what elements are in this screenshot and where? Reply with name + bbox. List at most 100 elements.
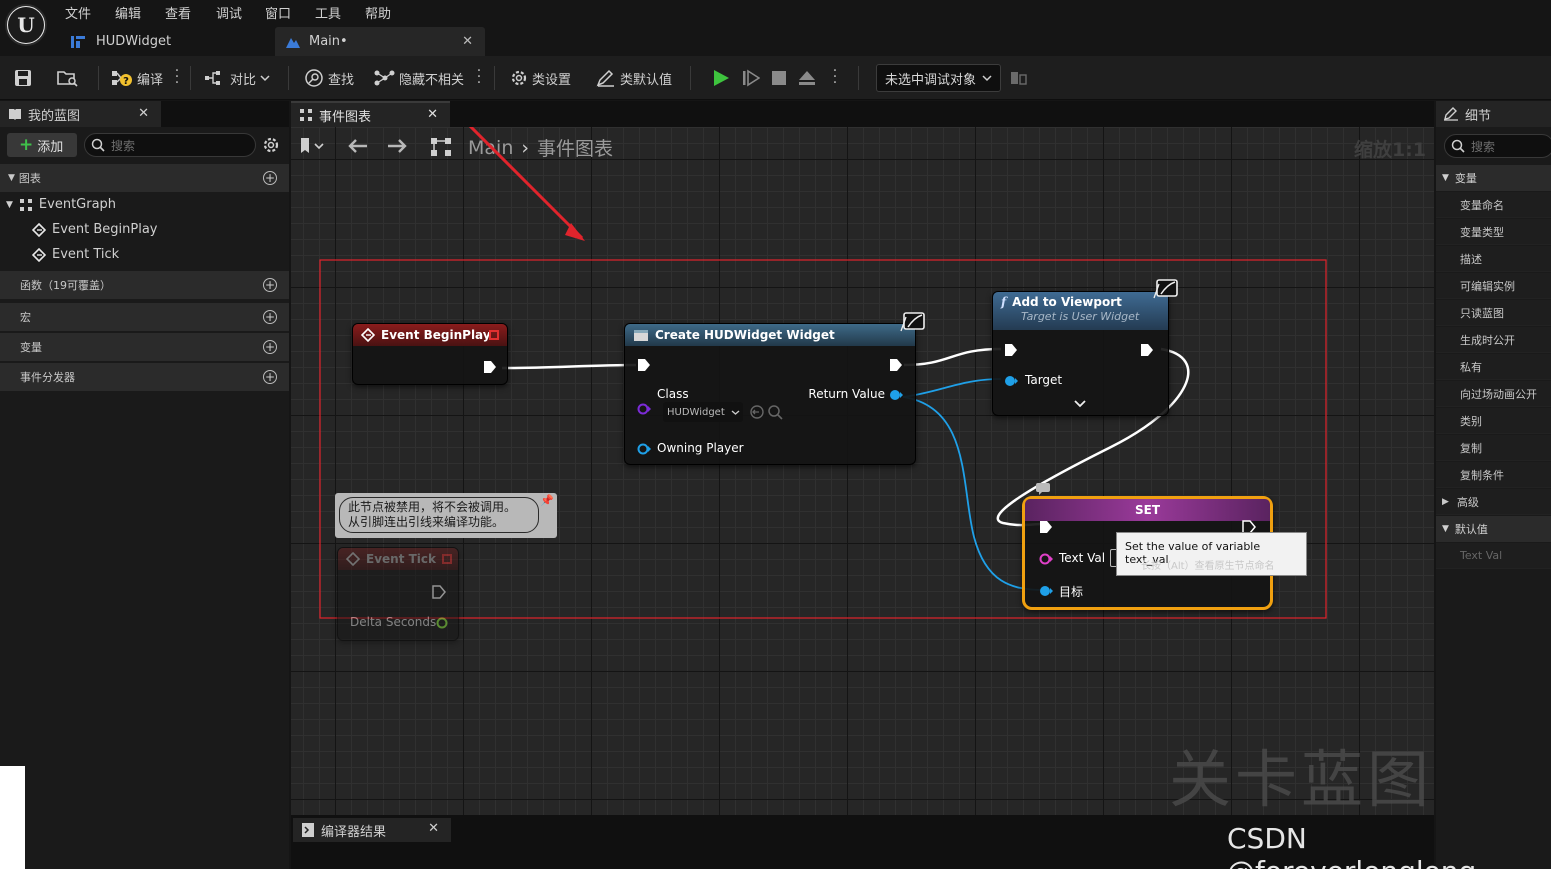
graph-canvas[interactable]: Main › 事件图表 缩放1:1 Event BeginPlay Create… (291, 127, 1434, 815)
class-pin[interactable] (637, 403, 651, 415)
return-value-pin[interactable] (889, 389, 903, 401)
hide-options-icon[interactable]: · · · (476, 64, 482, 90)
expand-chevron-icon[interactable] (1074, 400, 1086, 408)
class-defaults-button[interactable]: 类默认值 (596, 64, 672, 92)
details-row[interactable]: 描述 (1436, 246, 1551, 272)
eject-button[interactable] (797, 64, 817, 92)
stop-button[interactable] (771, 64, 787, 92)
gear-icon[interactable] (262, 136, 280, 154)
add-to-viewport-subtitle: Target is User Widget (1021, 310, 1140, 323)
menu-help[interactable]: 帮助 (365, 3, 391, 22)
details-advanced[interactable]: ▶ 高级 (1436, 489, 1551, 515)
add-function-icon[interactable]: + (263, 278, 277, 292)
details-variable-section[interactable]: ▼ 变量 (1436, 165, 1551, 191)
exec-out-pin[interactable] (432, 585, 446, 599)
tree-event-tick[interactable]: Event Tick (32, 247, 119, 262)
play-button[interactable] (712, 64, 730, 92)
exec-in-pin[interactable] (1039, 520, 1053, 534)
add-graph-icon[interactable]: + (263, 171, 277, 185)
details-row[interactable]: 可编辑实例 (1436, 273, 1551, 299)
menu-file[interactable]: 文件 (65, 3, 91, 22)
exec-out-pin[interactable] (483, 360, 497, 374)
details-row[interactable]: 私有 (1436, 354, 1551, 380)
add-variable-icon[interactable]: + (263, 340, 277, 354)
tree-event-graph[interactable]: ▼ EventGraph (6, 197, 116, 212)
close-icon[interactable]: ✕ (427, 107, 438, 122)
details-row[interactable]: 生成时公开 (1436, 327, 1551, 353)
my-blueprint-tabbar: 我的蓝图 ✕ (0, 101, 289, 127)
details-search-input[interactable]: 搜索 (1444, 134, 1551, 158)
compile-button[interactable]: ? 编译 (111, 64, 163, 92)
debug-target-select[interactable]: 未选中调试对象 (876, 64, 1001, 92)
blueprint-search-input[interactable]: 搜索 (84, 133, 256, 157)
diff-button[interactable]: 对比 (204, 64, 270, 92)
close-icon[interactable]: ✕ (138, 106, 149, 121)
target-pin[interactable] (1004, 375, 1018, 387)
details-row[interactable]: 向过场动画公开 (1436, 381, 1551, 407)
menu-window[interactable]: 窗口 (265, 3, 291, 22)
exec-in-pin[interactable] (637, 358, 651, 372)
details-row[interactable]: 只读蓝图 (1436, 300, 1551, 326)
section-graphs-label: 图表 (18, 172, 41, 185)
tab-details[interactable]: 细节 (1436, 101, 1551, 127)
node-add-to-viewport[interactable]: f Add to Viewport Target is User Widget … (992, 279, 1178, 416)
step-button[interactable] (742, 64, 760, 92)
class-settings-button[interactable]: 类设置 (510, 64, 571, 92)
add-macro-icon[interactable]: + (263, 310, 277, 324)
exec-out-pin[interactable] (1140, 343, 1154, 357)
menu-edit[interactable]: 编辑 (115, 3, 141, 22)
text-val-pin[interactable] (1039, 553, 1053, 565)
add-button[interactable]: + 添加 (7, 133, 77, 157)
tab-compiler-results[interactable]: 编译器结果 ✕ (293, 818, 451, 842)
pin-icon[interactable]: 📌 (540, 494, 554, 507)
menu-view[interactable]: 查看 (165, 3, 191, 22)
node-event-beginplay[interactable]: Event BeginPlay (352, 323, 508, 385)
use-selected-icon[interactable] (749, 404, 765, 420)
find-button[interactable]: 查找 (304, 64, 354, 92)
details-default-row[interactable]: Text Val (1436, 543, 1551, 569)
owning-player-pin[interactable] (637, 443, 651, 455)
browse-search-icon[interactable] (767, 404, 783, 420)
menu-tools[interactable]: 工具 (315, 3, 341, 22)
menu-debug[interactable]: 调试 (216, 3, 242, 22)
debug-filter-button[interactable] (1010, 64, 1028, 92)
class-select[interactable]: HUDWidget (663, 402, 743, 422)
details-row[interactable]: 类别 (1436, 408, 1551, 434)
section-variables[interactable]: 变量 + (0, 333, 289, 361)
target-pin[interactable] (1039, 585, 1053, 597)
comment-bubble-icon[interactable] (1035, 482, 1051, 496)
section-graphs[interactable]: ▼ 图表 + (0, 164, 289, 192)
details-row[interactable]: 变量类型 (1436, 219, 1551, 245)
delegate-pin-icon[interactable] (489, 330, 499, 340)
save-button[interactable] (14, 64, 32, 92)
details-defaults-section[interactable]: ▼ 默认值 (1436, 516, 1551, 542)
section-dispatchers[interactable]: 事件分发器 + (0, 363, 289, 391)
create-widget-icon (634, 329, 648, 341)
node-event-tick[interactable]: Event Tick Delta Seconds (337, 547, 459, 641)
browse-button[interactable] (57, 64, 79, 92)
tree-event-beginplay[interactable]: Event BeginPlay (32, 222, 158, 237)
exec-out-pin[interactable] (889, 358, 903, 372)
hide-unrelated-button[interactable]: 隐藏不相关 (373, 64, 464, 92)
delegate-pin-icon[interactable] (442, 554, 452, 564)
details-row[interactable]: 变量命名 (1436, 192, 1551, 218)
details-row[interactable]: 复制 (1436, 435, 1551, 461)
section-macros[interactable]: 宏 + (0, 303, 289, 331)
float-pin[interactable] (436, 617, 450, 629)
node-create-widget[interactable]: Create HUDWidget Widget Class HUDWidget … (624, 312, 925, 465)
unreal-logo-icon[interactable]: U (5, 4, 47, 46)
add-dispatcher-icon[interactable]: + (263, 370, 277, 384)
close-icon[interactable]: ✕ (428, 821, 439, 836)
close-icon[interactable]: ✕ (462, 34, 473, 49)
tab-hudwidget[interactable]: HUDWidget (60, 27, 270, 56)
exec-in-pin[interactable] (1004, 343, 1018, 357)
compile-options-icon[interactable]: · · · (174, 64, 180, 90)
play-options-icon[interactable]: · · · (832, 64, 838, 90)
expand-arrow-icon: ▶ (1442, 496, 1449, 507)
class-pin-label: Class (657, 387, 689, 401)
tab-my-blueprint[interactable]: 我的蓝图 ✕ (0, 101, 161, 127)
tab-main[interactable]: Main• ✕ (275, 27, 485, 56)
tab-event-graph[interactable]: 事件图表 ✕ (291, 101, 450, 127)
details-row[interactable]: 复制条件 (1436, 462, 1551, 488)
section-functions[interactable]: 函数（19可覆盖） + (0, 271, 289, 299)
